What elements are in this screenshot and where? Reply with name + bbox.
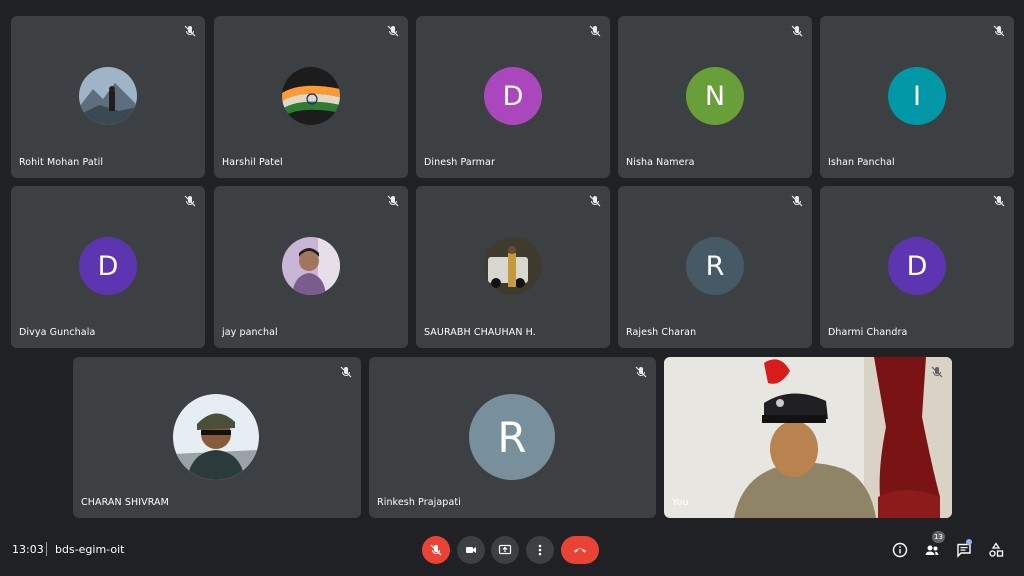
participant-tile[interactable]: CHARAN SHIVRAM bbox=[73, 357, 361, 518]
mic-off-icon bbox=[430, 544, 442, 556]
avatar bbox=[282, 67, 340, 125]
avatar bbox=[282, 237, 340, 295]
present-screen-icon bbox=[498, 544, 512, 555]
participant-tile[interactable]: I Ishan Panchal bbox=[820, 16, 1014, 178]
camera-toggle-button[interactable] bbox=[457, 536, 485, 564]
avatar bbox=[79, 67, 137, 125]
mic-off-icon bbox=[183, 194, 197, 208]
mic-off-icon bbox=[790, 24, 804, 38]
mic-off-icon bbox=[992, 24, 1006, 38]
participant-name: Divya Gunchala bbox=[19, 327, 96, 338]
people-icon bbox=[925, 545, 939, 555]
people-count-badge: 13 bbox=[932, 531, 945, 543]
avatar bbox=[173, 394, 259, 480]
participant-name: Nisha Namera bbox=[626, 157, 695, 168]
mic-off-icon bbox=[386, 194, 400, 208]
participant-tile[interactable]: N Nisha Namera bbox=[618, 16, 812, 178]
meeting-time: 13:03 bbox=[12, 543, 44, 556]
participant-name: Rohit Mohan Patil bbox=[19, 157, 104, 168]
more-options-button[interactable] bbox=[526, 536, 554, 564]
participant-name: Rinkesh Prajapati bbox=[377, 497, 461, 508]
participant-tile[interactable]: Rohit Mohan Patil bbox=[11, 16, 205, 178]
participant-tile[interactable]: D Dharmi Chandra bbox=[820, 186, 1014, 348]
self-view-tile[interactable]: You bbox=[664, 357, 952, 518]
activities-icon bbox=[989, 542, 1004, 557]
chat-notification-dot bbox=[966, 539, 972, 545]
participant-tile[interactable]: D Divya Gunchala bbox=[11, 186, 205, 348]
mic-off-icon bbox=[386, 24, 400, 38]
meeting-details-button[interactable] bbox=[890, 540, 910, 560]
participant-name: jay panchal bbox=[222, 327, 278, 338]
meeting-code: bds-egim-oit bbox=[55, 543, 125, 556]
info-icon bbox=[892, 542, 908, 558]
participant-tile[interactable]: D Dinesh Parmar bbox=[416, 16, 610, 178]
participant-tile[interactable]: R Rinkesh Prajapati bbox=[369, 357, 656, 518]
activities-button[interactable] bbox=[986, 540, 1006, 560]
more-vert-icon bbox=[538, 544, 542, 556]
participant-name: Harshil Patel bbox=[222, 157, 283, 168]
avatar: D bbox=[484, 67, 542, 125]
avatar: D bbox=[79, 237, 137, 295]
mic-off-icon bbox=[992, 194, 1006, 208]
mic-off-icon bbox=[183, 24, 197, 38]
participant-name: You bbox=[672, 497, 689, 508]
mic-off-icon bbox=[790, 194, 804, 208]
participant-tile[interactable]: SAURABH CHAUHAN H. bbox=[416, 186, 610, 348]
present-button[interactable] bbox=[491, 536, 519, 564]
self-video bbox=[664, 357, 952, 518]
people-button[interactable] bbox=[922, 540, 942, 560]
divider bbox=[46, 542, 47, 556]
avatar: I bbox=[888, 67, 946, 125]
participant-tile[interactable]: R Rajesh Charan bbox=[618, 186, 812, 348]
avatar: N bbox=[686, 67, 744, 125]
participant-tile[interactable]: Harshil Patel bbox=[214, 16, 408, 178]
leave-call-button[interactable] bbox=[561, 536, 599, 564]
mic-off-icon bbox=[588, 24, 602, 38]
avatar: D bbox=[888, 237, 946, 295]
mic-off-icon bbox=[930, 365, 944, 379]
mic-off-icon bbox=[634, 365, 648, 379]
videocam-icon bbox=[466, 547, 476, 553]
participant-name: SAURABH CHAUHAN H. bbox=[424, 327, 536, 338]
mic-off-icon bbox=[588, 194, 602, 208]
call-end-icon bbox=[574, 548, 586, 553]
mic-toggle-button[interactable] bbox=[422, 536, 450, 564]
avatar: R bbox=[469, 394, 555, 480]
participant-name: Ishan Panchal bbox=[828, 157, 895, 168]
participant-tile[interactable]: jay panchal bbox=[214, 186, 408, 348]
participant-name: Dharmi Chandra bbox=[828, 327, 908, 338]
participant-name: CHARAN SHIVRAM bbox=[81, 497, 169, 508]
participant-name: Dinesh Parmar bbox=[424, 157, 495, 168]
participant-name: Rajesh Charan bbox=[626, 327, 697, 338]
avatar bbox=[484, 237, 542, 295]
avatar: R bbox=[686, 237, 744, 295]
mic-off-icon bbox=[339, 365, 353, 379]
